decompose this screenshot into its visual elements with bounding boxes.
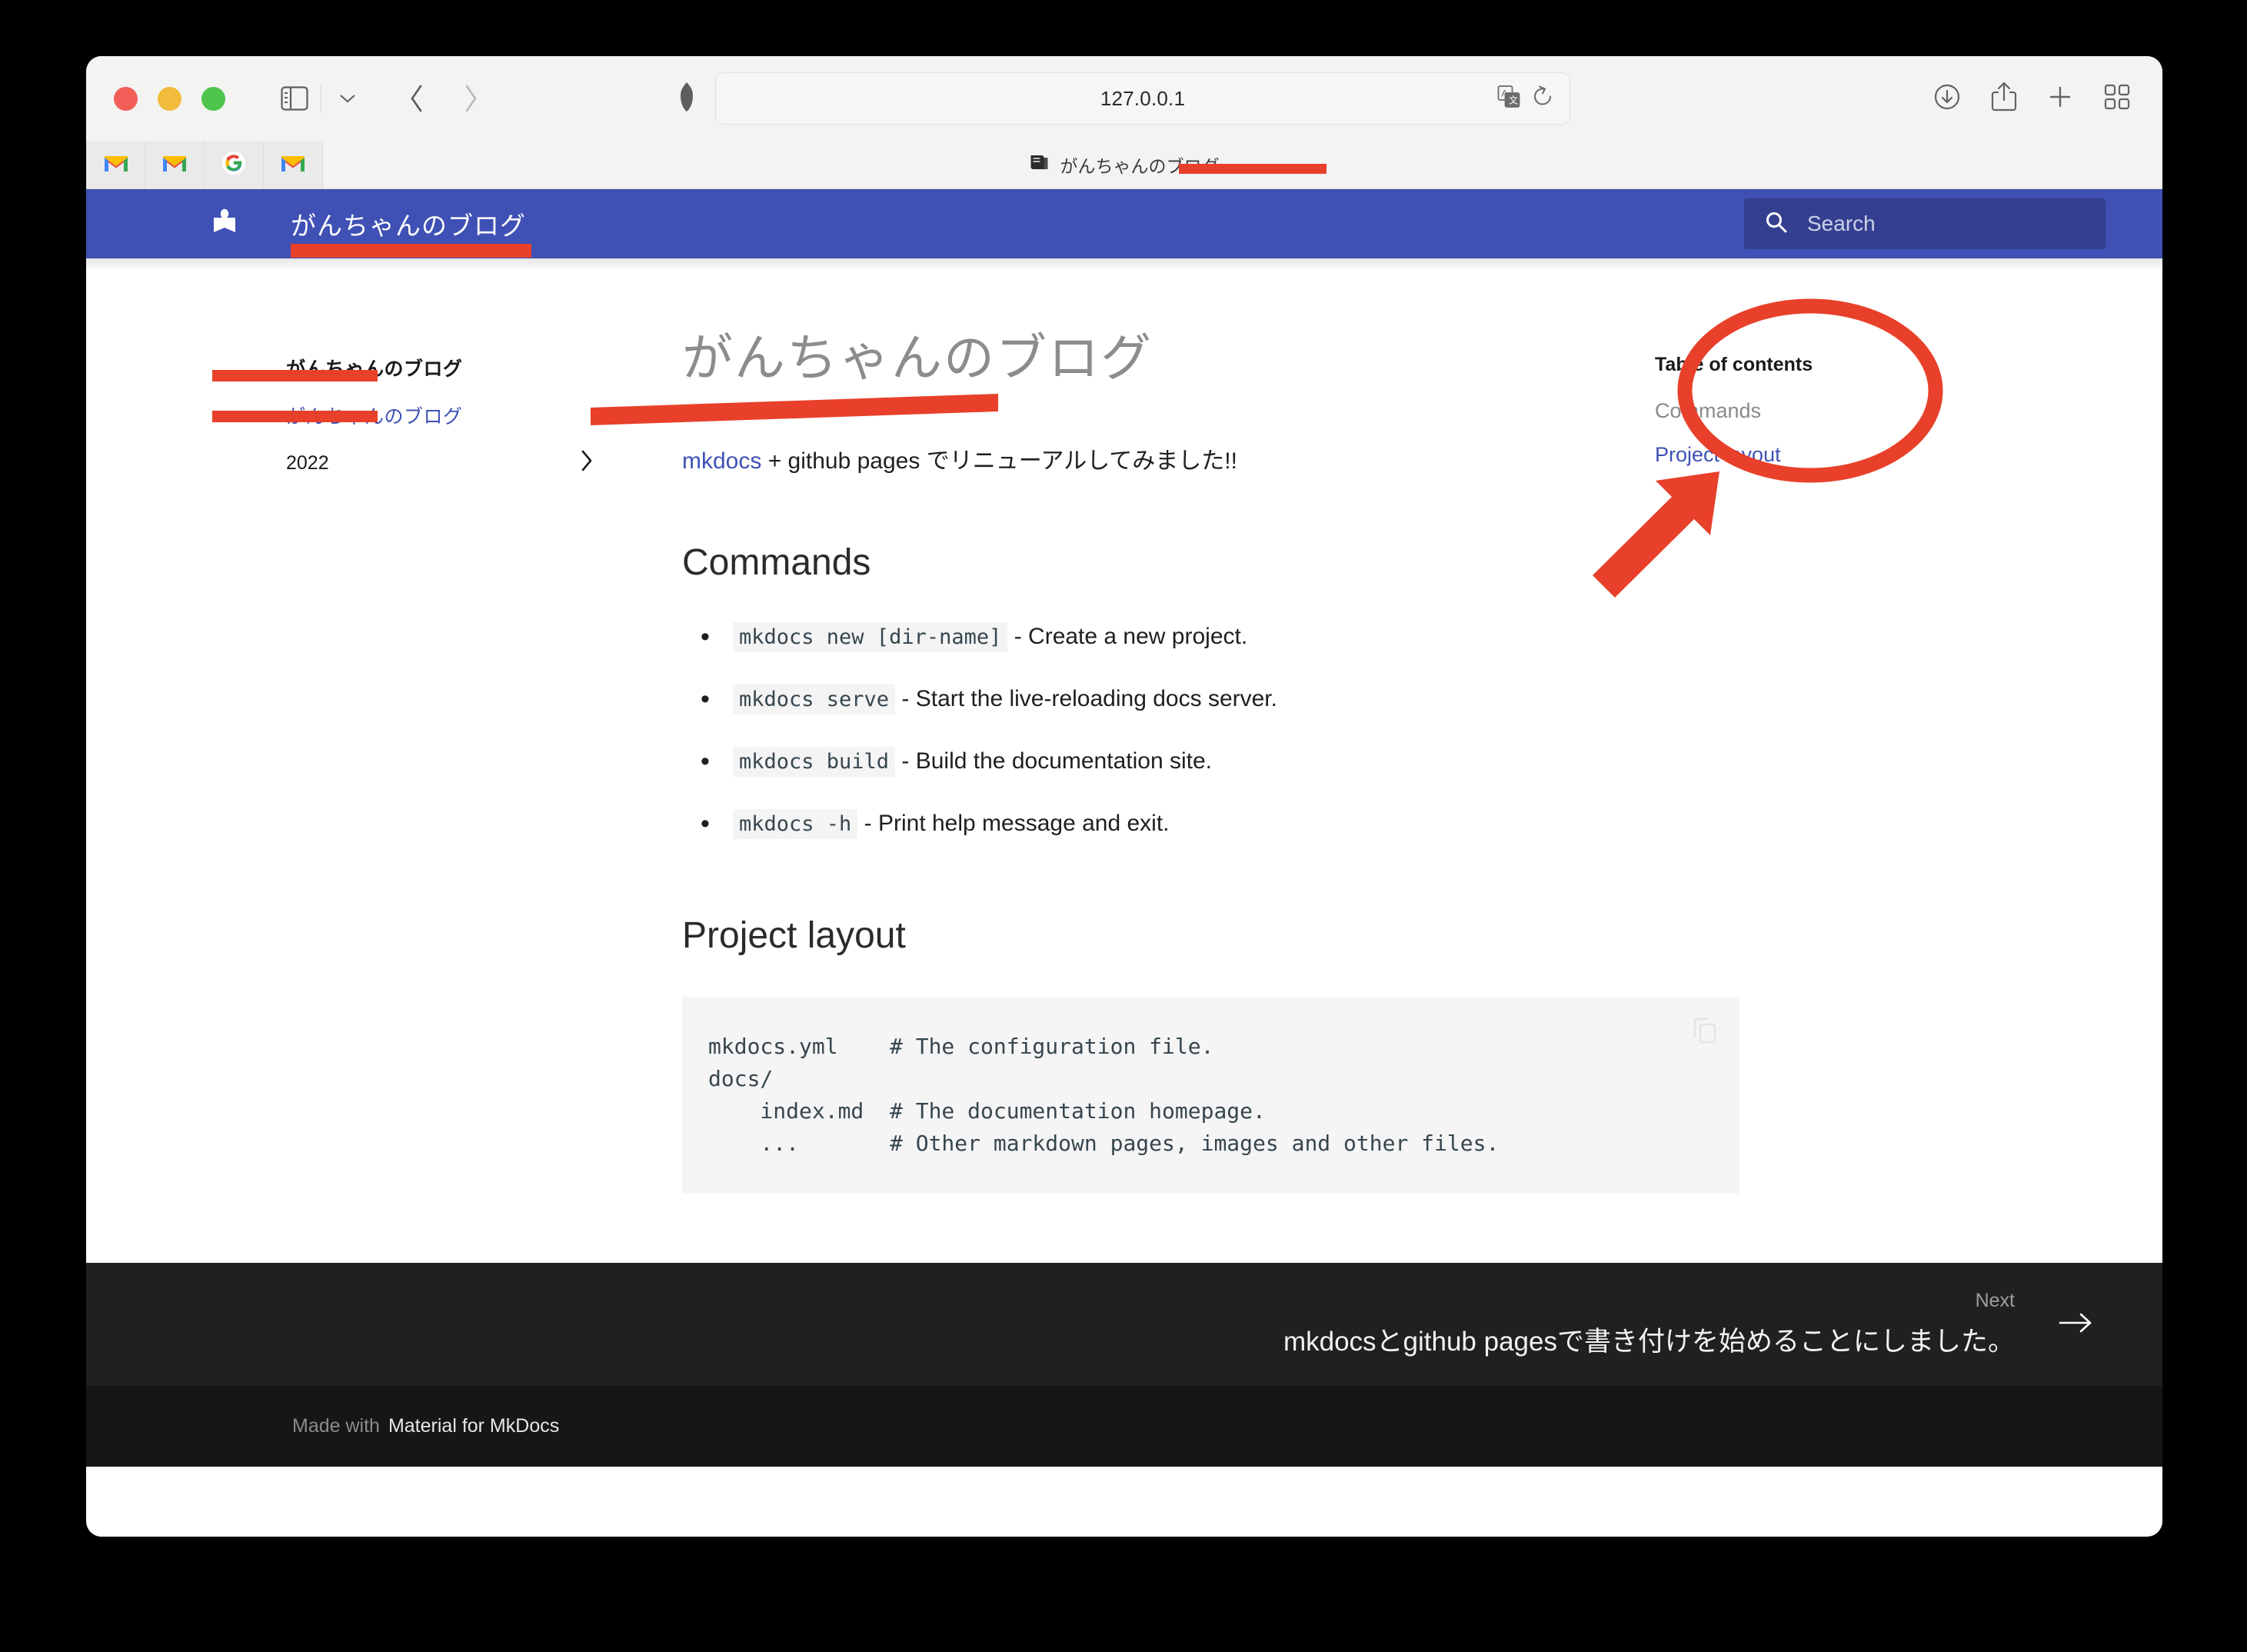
gmail-icon xyxy=(280,153,306,177)
favorite-tabs xyxy=(86,141,323,188)
url-text: 127.0.0.1 xyxy=(1100,86,1186,110)
sidebar-item-2022-label: 2022 xyxy=(286,452,329,474)
next-label: Next xyxy=(1975,1290,2015,1311)
tab-google[interactable] xyxy=(205,141,264,188)
toc-item-project-layout[interactable]: Project layout xyxy=(1655,443,2055,467)
search-icon xyxy=(1764,210,1789,238)
section-heading-commands: Commands xyxy=(682,542,871,583)
search-input[interactable] xyxy=(1807,211,2061,236)
plus-icon[interactable] xyxy=(2046,82,2075,115)
command-desc: - Print help message and exit. xyxy=(857,811,1170,836)
tab-gmail-3[interactable] xyxy=(264,141,323,188)
close-button[interactable] xyxy=(114,86,138,111)
header-shadow xyxy=(86,258,2162,271)
page-body: がんちゃんのブログ がんちゃんのブログ 2022 がんちゃんのブログ mkdoc… xyxy=(86,271,2162,1263)
code-block: mkdocs.yml # The configuration file. doc… xyxy=(682,997,1739,1194)
nav-heading: がんちゃんのブログ xyxy=(286,358,463,380)
svg-text:文: 文 xyxy=(1509,95,1518,106)
footer-nav: Next mkdocsとgithub pagesで書き付けを始めることにしました… xyxy=(86,1263,2162,1386)
minimize-button[interactable] xyxy=(158,86,181,111)
sidebar-icon[interactable] xyxy=(273,77,316,120)
intro-paragraph: mkdocs + github pages でリニューアルしてみました!! xyxy=(682,441,1655,475)
sidebar-item-blog[interactable]: がんちゃんのブログ xyxy=(286,401,578,429)
next-title: mkdocsとgithub pagesで書き付けを始めることにしました。 xyxy=(1283,1327,2015,1357)
reload-icon[interactable] xyxy=(1533,85,1554,112)
download-icon[interactable] xyxy=(1932,82,1962,116)
tab-gmail-2[interactable] xyxy=(145,141,205,188)
share-icon[interactable] xyxy=(1990,81,2018,117)
mkdocs-logo-icon[interactable] xyxy=(209,208,240,239)
footer-credit: Made with Material for MkDocs xyxy=(86,1386,2162,1467)
toc-title: Table of contents xyxy=(1655,354,1813,375)
forward-chevron-icon[interactable] xyxy=(449,77,492,120)
commands-list: mkdocs new [dir-name] - Create a new pro… xyxy=(682,618,1655,844)
sidebar-item-2022[interactable]: 2022 xyxy=(286,449,594,478)
toolbar-left-controls xyxy=(225,77,492,120)
browser-window: 127.0.0.1 A 文 がんちゃんのブログ がんちゃんのブログ Search… xyxy=(86,56,2162,1537)
url-bar-icons: A 文 xyxy=(1497,85,1554,112)
url-input[interactable]: 127.0.0.1 A 文 xyxy=(715,72,1570,125)
site-header: がんちゃんのブログ xyxy=(86,189,2162,258)
command-desc: - Create a new project. xyxy=(1007,624,1248,649)
material-mkdocs-link[interactable]: Material for MkDocs xyxy=(388,1415,559,1437)
back-chevron-icon[interactable] xyxy=(395,77,438,120)
command-desc: - Build the documentation site. xyxy=(895,748,1212,774)
command-code: mkdocs new [dir-name] xyxy=(733,622,1008,652)
browser-toolbar: 127.0.0.1 A 文 xyxy=(86,56,2162,141)
book-icon xyxy=(1030,153,1050,176)
tab-bar: がんちゃんのブログ xyxy=(86,141,2162,189)
intro-rest: + github pages でリニューアルしてみました!! xyxy=(761,448,1237,474)
tab-gmail-1[interactable] xyxy=(86,141,145,188)
active-tab[interactable]: がんちゃんのブログ xyxy=(1030,141,1220,188)
code-block-text: mkdocs.yml # The configuration file. doc… xyxy=(708,1034,1500,1156)
window-controls xyxy=(114,86,225,111)
command-code: mkdocs build xyxy=(733,747,896,777)
gmail-icon xyxy=(161,153,188,177)
section-heading-project-layout: Project layout xyxy=(682,915,906,956)
list-item: mkdocs serve - Start the live-reloading … xyxy=(682,680,1655,719)
chevron-down-icon[interactable] xyxy=(326,77,369,120)
command-code: mkdocs -h xyxy=(733,809,858,839)
mkdocs-link[interactable]: mkdocs xyxy=(682,448,761,474)
command-code: mkdocs serve xyxy=(733,684,896,714)
active-tab-label: がんちゃんのブログ xyxy=(1060,156,1220,176)
address-bar-area: 127.0.0.1 A 文 xyxy=(678,72,1570,125)
next-page-link[interactable]: Next mkdocsとgithub pagesで書き付けを始めることにしました… xyxy=(1283,1290,2015,1359)
toolbar-right-controls xyxy=(1932,81,2132,117)
search-box[interactable] xyxy=(1744,198,2106,249)
arrow-right-icon[interactable] xyxy=(2058,1311,2093,1339)
command-desc: - Start the live-reloading docs server. xyxy=(895,686,1277,711)
list-item: mkdocs build - Build the documentation s… xyxy=(682,742,1655,781)
made-with-label: Made with xyxy=(292,1415,380,1437)
page-title: がんちゃんのブログ xyxy=(682,329,1153,386)
toc-item-commands[interactable]: Commands xyxy=(1655,399,2055,423)
site-title[interactable]: がんちゃんのブログ xyxy=(291,205,526,242)
list-item: mkdocs -h - Print help message and exit. xyxy=(682,804,1655,844)
list-item: mkdocs new [dir-name] - Create a new pro… xyxy=(682,618,1655,657)
main-content: がんちゃんのブログ mkdocs + github pages でリニューアルし… xyxy=(578,271,1739,1263)
primary-nav: がんちゃんのブログ がんちゃんのブログ 2022 xyxy=(86,271,592,1263)
gmail-icon xyxy=(103,153,129,177)
privacy-shield-icon[interactable] xyxy=(678,82,695,116)
tab-grid-icon[interactable] xyxy=(2102,82,2132,115)
translate-icon[interactable]: A 文 xyxy=(1497,85,1520,112)
google-icon xyxy=(221,151,246,179)
zoom-button[interactable] xyxy=(201,86,225,111)
copy-icon[interactable] xyxy=(1692,1017,1718,1050)
